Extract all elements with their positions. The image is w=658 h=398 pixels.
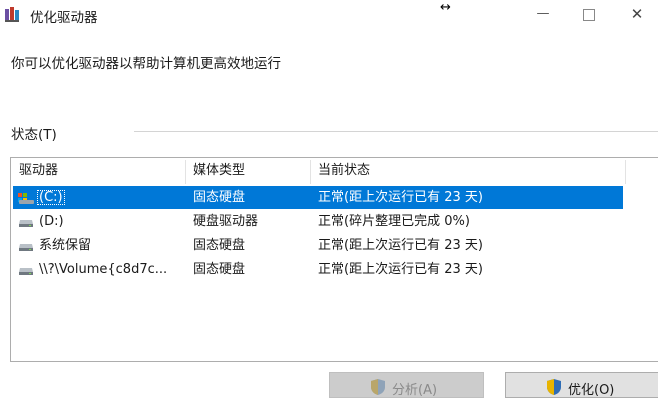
defrag-app-icon xyxy=(5,7,19,22)
shield-icon xyxy=(371,379,385,395)
column-divider[interactable] xyxy=(185,160,186,184)
media-type: 固态硬盘 xyxy=(193,238,246,253)
optimize-label: 优化(O) xyxy=(568,383,615,398)
status-divider xyxy=(134,131,658,132)
media-type: 固态硬盘 xyxy=(193,190,246,205)
drive-status: 正常(距上次运行已有 23 天) xyxy=(318,238,483,253)
column-header-drive[interactable]: 驱动器 xyxy=(19,158,58,184)
drive-status: 正常(距上次运行已有 23 天) xyxy=(318,190,483,205)
maximize-button[interactable] xyxy=(566,0,612,30)
drive-icon xyxy=(19,220,33,227)
drive-name: (C:) xyxy=(37,190,65,205)
drive-icon xyxy=(19,244,33,251)
column-header-status[interactable]: 当前状态 xyxy=(318,158,370,184)
system-drive-icon xyxy=(18,193,34,204)
close-icon: ✕ xyxy=(630,5,644,23)
column-header-media-type[interactable]: 媒体类型 xyxy=(193,158,245,184)
column-divider[interactable] xyxy=(625,160,626,184)
table-row[interactable]: \\?\Volume{c8d7c... 固态硬盘 正常(距上次运行已有 23 天… xyxy=(13,258,623,281)
drive-list[interactable]: 驱动器 媒体类型 当前状态 (C:) 固态硬盘 正常(距上次运行已有 23 天)… xyxy=(10,157,658,362)
media-type: 固态硬盘 xyxy=(193,262,246,277)
drive-status: 正常(碎片整理已完成 0%) xyxy=(318,214,470,229)
optimize-button[interactable]: 优化(O) xyxy=(505,372,658,398)
drive-status: 正常(距上次运行已有 23 天) xyxy=(318,262,483,277)
table-row[interactable]: 系统保留 固态硬盘 正常(距上次运行已有 23 天) xyxy=(13,234,623,257)
analyze-label: 分析(A) xyxy=(392,383,438,398)
table-row[interactable]: (D:) 硬盘驱动器 正常(碎片整理已完成 0%) xyxy=(13,210,623,233)
minimize-button[interactable]: — xyxy=(520,0,566,30)
resize-cursor-icon: ↔ xyxy=(440,0,451,15)
maximize-icon xyxy=(583,9,595,21)
close-button[interactable]: ✕ xyxy=(614,0,658,30)
drive-name: \\?\Volume{c8d7c... xyxy=(39,262,168,277)
window-title: 优化驱动器 xyxy=(30,10,98,26)
table-row[interactable]: (C:) 固态硬盘 正常(距上次运行已有 23 天) xyxy=(13,186,623,209)
status-label: 状态(T) xyxy=(11,127,57,143)
analyze-button[interactable]: 分析(A) xyxy=(329,372,484,398)
media-type: 硬盘驱动器 xyxy=(193,214,259,229)
column-divider[interactable] xyxy=(310,160,311,184)
minimize-icon: — xyxy=(536,6,550,21)
drive-name: 系统保留 xyxy=(39,238,92,253)
drive-name: (D:) xyxy=(39,214,64,229)
title-bar: 优化驱动器 ↔ — ✕ xyxy=(0,0,658,30)
drive-icon xyxy=(19,268,33,275)
list-header: 驱动器 媒体类型 当前状态 xyxy=(11,158,658,184)
description-text: 你可以优化驱动器以帮助计算机更高效地运行 xyxy=(11,56,281,72)
shield-icon xyxy=(547,379,561,395)
